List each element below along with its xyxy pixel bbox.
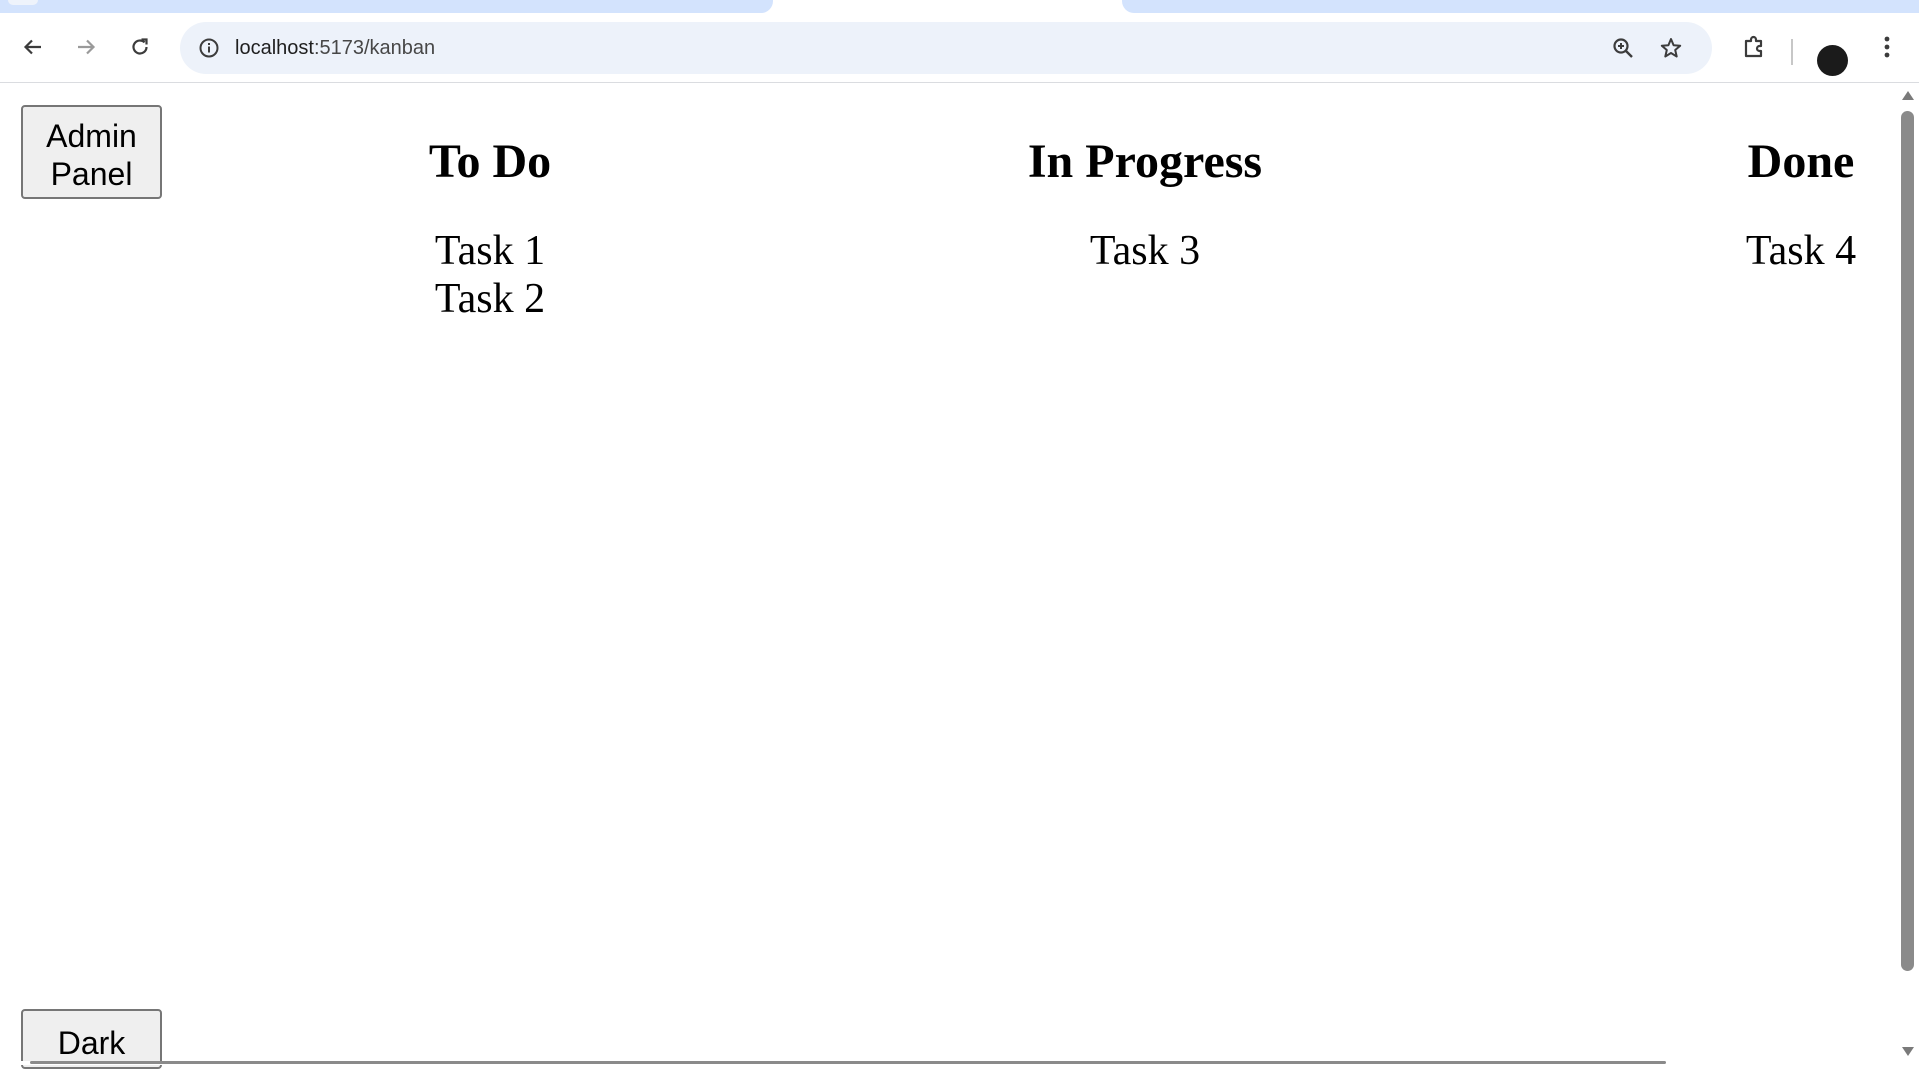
profile-avatar[interactable] [1817,45,1848,76]
task-item[interactable]: Task 2 [310,275,670,323]
zoom-icon [1613,38,1633,58]
browser-menu-button[interactable] [1867,27,1907,67]
admin-panel-button[interactable]: Admin Panel [21,105,162,199]
star-icon [1660,38,1682,58]
kebab-menu-icon [1884,36,1890,58]
column-todo: To Do Task 1 Task 2 [310,127,670,323]
column-done: Done Task 4 [1621,127,1919,275]
column-title: To Do [428,135,552,188]
address-bar[interactable]: localhost:5173/kanban [180,22,1712,74]
dark-mode-button[interactable]: Dark [21,1009,162,1069]
horizontal-scroll-thumb[interactable] [30,1061,1666,1064]
browser-toolbar: localhost:5173/kanban [0,13,1919,83]
url-host: localhost [235,37,314,59]
scroll-down-arrow-icon[interactable] [1902,1047,1914,1056]
task-list: Task 4 [1621,227,1919,275]
column-title: In Progress [1027,135,1263,188]
column-in-progress: In Progress Task 3 [965,127,1325,275]
horizontal-scrollbar[interactable] [0,1061,1897,1065]
vertical-scroll-thumb[interactable] [1901,111,1914,971]
extensions-button[interactable] [1734,27,1774,67]
page-content: Admin Panel To Do Task 1 Task 2 In Progr… [0,83,1897,1069]
column-title: Done [1747,135,1855,188]
tab-strip [0,0,1919,13]
url-text[interactable]: localhost:5173/kanban [235,36,435,60]
task-list: Task 1 Task 2 [310,227,670,323]
forward-button[interactable] [66,27,106,67]
zoom-button[interactable] [1608,33,1638,63]
bookmark-button[interactable] [1656,33,1686,63]
puzzle-icon [1744,35,1763,58]
back-arrow-icon [23,39,41,55]
vertical-scrollbar[interactable] [1897,83,1919,1065]
task-list: Task 3 [965,227,1325,275]
task-item[interactable]: Task 1 [310,227,670,275]
tab-inactive-left[interactable] [0,0,773,13]
back-button[interactable] [13,27,53,67]
forward-arrow-icon [78,39,96,55]
task-item[interactable]: Task 3 [965,227,1325,275]
task-item[interactable]: Task 4 [1621,227,1919,275]
info-icon [199,38,219,58]
tab-favicon [8,0,38,5]
tab-inactive-right[interactable] [1122,0,1919,13]
reload-icon [132,38,148,55]
reload-button[interactable] [120,27,160,67]
url-path: :5173/kanban [313,37,436,59]
site-info-button[interactable] [194,33,224,63]
scroll-up-arrow-icon[interactable] [1902,91,1914,100]
toolbar-separator [1791,39,1793,65]
